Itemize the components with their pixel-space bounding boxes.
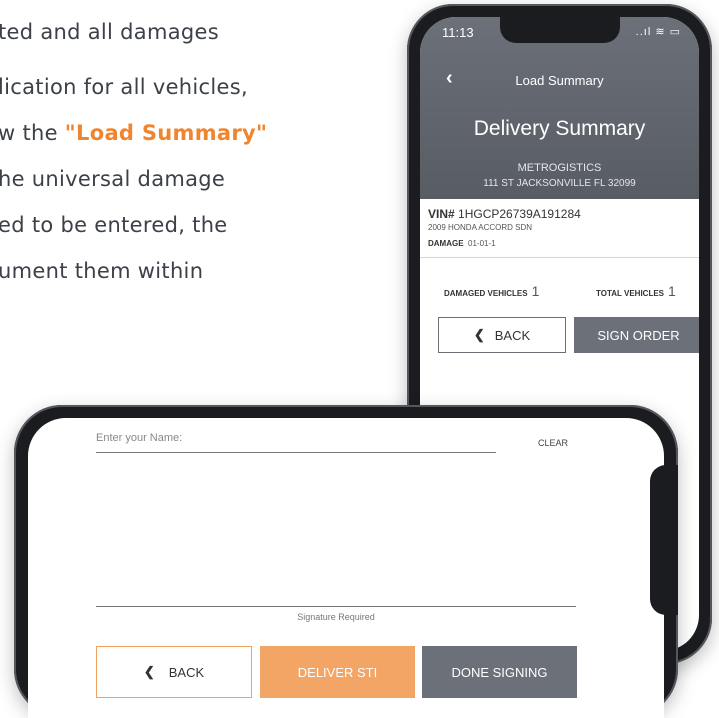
divider (420, 257, 699, 258)
chevron-left-icon: ❮ (473, 327, 485, 342)
landscape-screen: Enter your Name: CLEAR Signature Require… (28, 418, 664, 718)
back-button[interactable]: ❮ BACK (96, 646, 252, 698)
marketing-line: w the "Load Summary" (0, 121, 267, 145)
damage-row: DAMAGE 01-01-1 (428, 239, 496, 248)
deliver-button[interactable]: DELIVER STI (260, 646, 415, 698)
done-signing-button[interactable]: DONE SIGNING (422, 646, 577, 698)
marketing-line: ted and all damages (0, 20, 219, 44)
marketing-line: he universal damage (0, 167, 226, 191)
damage-code: 01-01-1 (468, 239, 496, 248)
damaged-vehicles-count: 1 (531, 283, 540, 299)
name-input[interactable]: Enter your Name: (96, 432, 496, 453)
damage-label: DAMAGE (428, 239, 464, 248)
page-title: Delivery Summary (473, 117, 646, 140)
marketing-line-prefix: w the (0, 121, 65, 145)
status-icons: ..ıl ≋ ▭ (635, 26, 681, 38)
landscape-phone: Enter your Name: CLEAR Signature Require… (14, 405, 678, 718)
load-summary-highlight: "Load Summary" (64, 121, 268, 145)
nav-title: Load Summary (515, 73, 604, 88)
marketing-line: ed to be entered, the (0, 213, 228, 237)
company-address: 111 ST JACKSONVILLE FL 32099 (483, 178, 636, 189)
total-vehicles-stat: TOTAL VEHICLES 1 (596, 283, 676, 299)
signature-line[interactable] (96, 606, 576, 607)
back-button-label: BACK (494, 327, 531, 343)
marketing-line: lication for all vehicles, (0, 75, 248, 99)
damaged-vehicles-label: DAMAGED VEHICLES (444, 289, 528, 298)
vehicle-description: 2009 HONDA ACCORD SDN (428, 223, 533, 232)
clear-button[interactable]: CLEAR (538, 438, 568, 448)
total-vehicles-count: 1 (668, 283, 676, 299)
marketing-line: ument them within (0, 259, 204, 283)
status-time: 11:13 (442, 25, 474, 40)
chevron-left-icon: ❮ (143, 664, 155, 679)
vin-label: VIN# (428, 207, 455, 221)
delivery-summary-header: 11:13 ..ıl ≋ ▭ ‹ Load Summary Delivery S… (420, 17, 699, 199)
phone-notch (650, 465, 678, 615)
back-button-label: BACK (168, 664, 205, 680)
total-vehicles-label: TOTAL VEHICLES (596, 289, 665, 298)
signature-required-label: Signature Required (297, 612, 375, 622)
vin-row: VIN# 1HGCP26739A191284 (428, 207, 581, 221)
sign-order-button[interactable]: SIGN ORDER (574, 317, 699, 353)
phone-notch (500, 17, 620, 43)
back-button[interactable]: ❮ BACK (438, 317, 566, 353)
vin-number: 1HGCP26739A191284 (458, 207, 581, 221)
company-name: METROGISTICS (517, 162, 602, 174)
damaged-vehicles-stat: DAMAGED VEHICLES 1 (444, 283, 539, 299)
